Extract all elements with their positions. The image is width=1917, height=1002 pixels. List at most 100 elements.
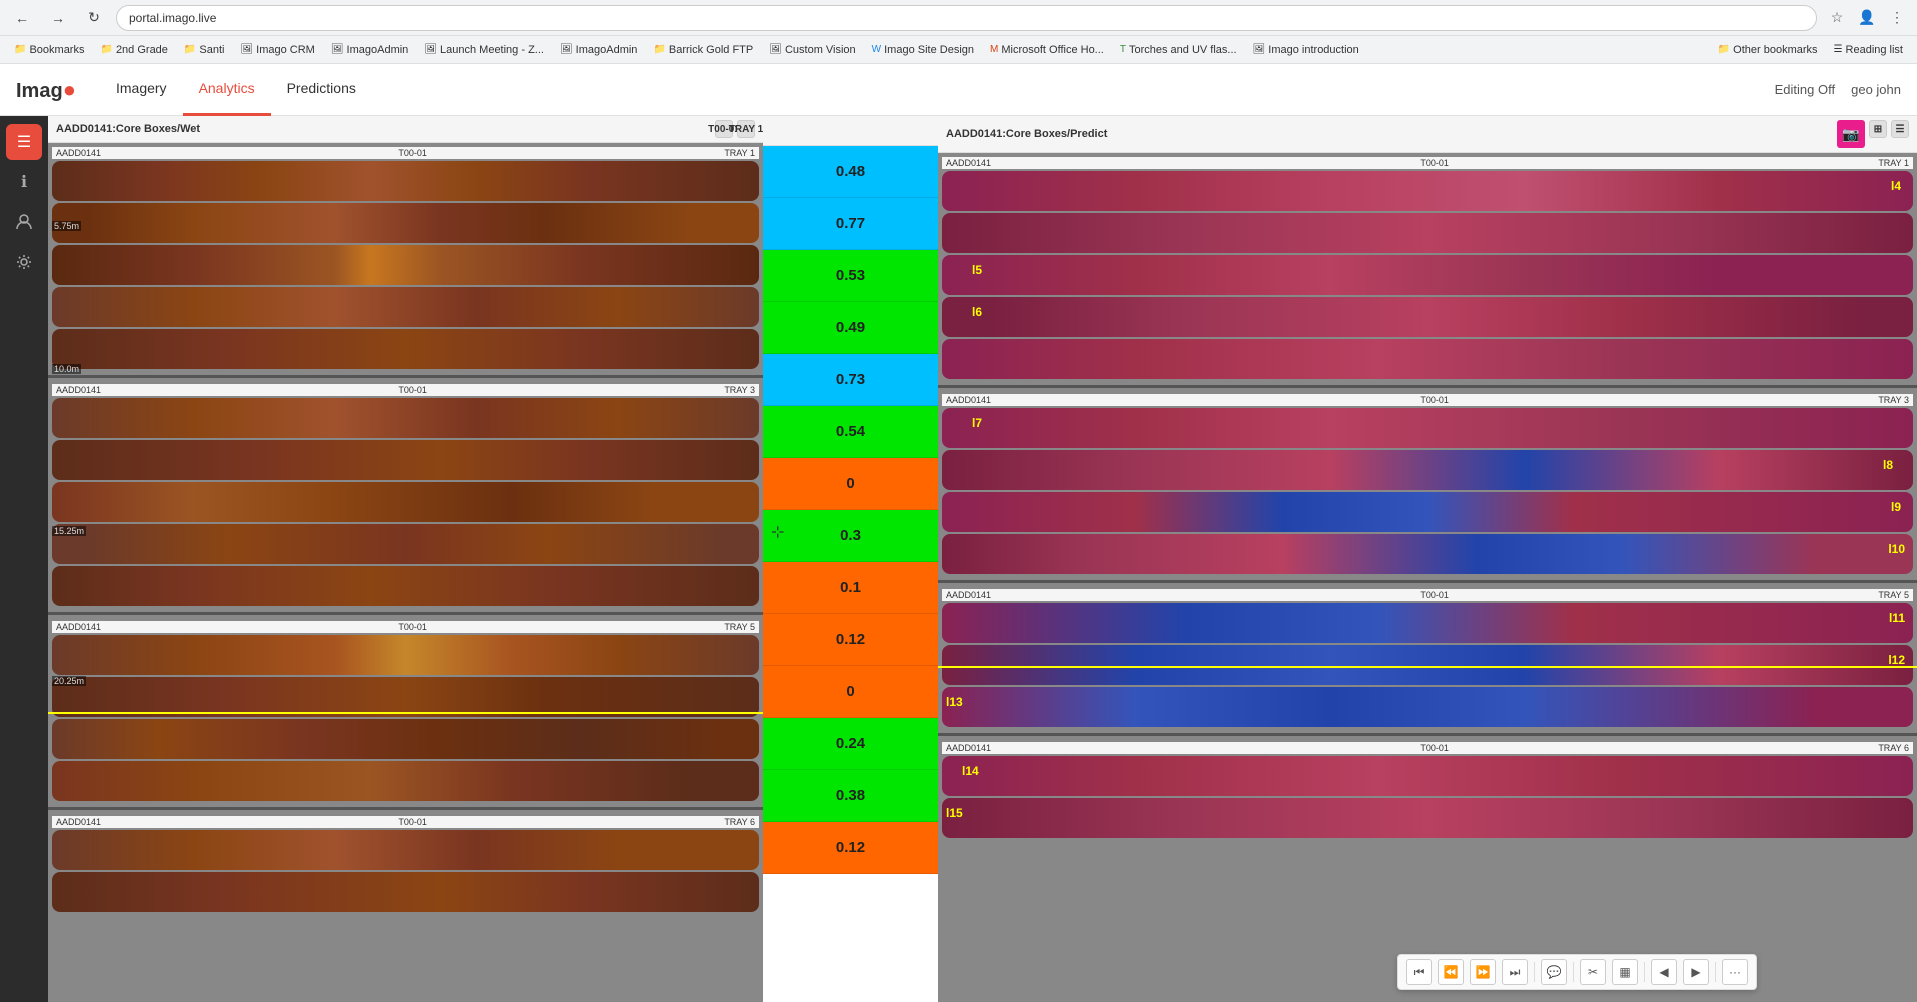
content-area: AADD0141:Core Boxes/Wet T00-01 TRAY 1 AA…: [48, 116, 1917, 1002]
toolbar-skip-end[interactable]: ⏭: [1502, 959, 1528, 985]
bookmark-imagoadmin1[interactable]: 🖼 ImagoAdmin: [325, 42, 414, 58]
core-num-l13: l13: [946, 695, 963, 709]
nav-predictions[interactable]: Predictions: [271, 64, 372, 116]
toolbar-align-v[interactable]: ▦: [1612, 959, 1638, 985]
depth-label-1: 5.75m: [52, 221, 81, 231]
score-cell-5: 0.73: [763, 354, 938, 406]
toolbar-sep-1: [1534, 962, 1535, 982]
right-panel-title: AADD0141:Core Boxes/Predict: [946, 128, 1107, 140]
core-num-l5: l5: [972, 263, 982, 277]
bookmark-imagoadmin2[interactable]: 🖼 ImagoAdmin: [554, 42, 643, 58]
browser-chrome: ← → ↻ portal.imago.live ☆ 👤 ⋮: [0, 0, 1917, 36]
core-num-l15: l15: [946, 806, 963, 820]
tray-num-1: TRAY 1: [737, 120, 755, 138]
list-btn[interactable]: ☰: [1891, 120, 1909, 138]
bookmark-custom-vision[interactable]: 🖼 Custom Vision: [763, 42, 861, 58]
url-text: portal.imago.live: [129, 11, 216, 25]
left-core-panel: AADD0141:Core Boxes/Wet T00-01 TRAY 1 AA…: [48, 116, 763, 1002]
score-cell-8: 0.3: [763, 510, 938, 562]
bookmark-other[interactable]: 📁 Other bookmarks: [1712, 42, 1824, 58]
core-num-l8: l8: [1883, 458, 1893, 472]
forward-button[interactable]: →: [44, 4, 72, 32]
bookmark-torches[interactable]: T Torches and UV flas...: [1114, 42, 1243, 58]
score-cell-11: 0: [763, 666, 938, 718]
score-cell-1: 0.48: [763, 146, 938, 198]
score-cell-13: 0.38: [763, 770, 938, 822]
bookmark-2ndgrade[interactable]: 📁 2nd Grade: [94, 42, 173, 58]
left-panel-header: AADD0141:Core Boxes/Wet T00-01 TRAY 1: [48, 116, 763, 143]
nav-analytics[interactable]: Analytics: [183, 64, 271, 116]
core-num-l4: l4: [1891, 179, 1901, 193]
app-logo: Imag●: [16, 77, 76, 103]
bookmarks-bar: 📁 Bookmarks 📁 2nd Grade 📁 Santi 🖼 Imago …: [0, 36, 1917, 64]
app-header: Imag● Imagery Analytics Predictions Edit…: [0, 64, 1917, 116]
toolbar-align-h[interactable]: ◀: [1651, 959, 1677, 985]
score-cell-7: 0: [763, 458, 938, 510]
sidebar-btn-users[interactable]: [6, 204, 42, 240]
score-cell-6: 0.54: [763, 406, 938, 458]
toolbar-next[interactable]: ⏩: [1470, 959, 1496, 985]
browser-actions: ☆ 👤 ⋮: [1825, 6, 1909, 30]
extensions-button[interactable]: ☆: [1825, 6, 1849, 30]
logo-dot: ●: [63, 77, 76, 102]
refresh-button[interactable]: ↻: [80, 4, 108, 32]
bookmark-imago-intro[interactable]: 🖼 Imago introduction: [1247, 42, 1365, 58]
toolbar-sep-4: [1715, 962, 1716, 982]
score-cell-4: 0.49: [763, 302, 938, 354]
nav-imagery[interactable]: Imagery: [100, 64, 183, 116]
editing-status: Editing Off: [1775, 82, 1835, 97]
score-cell-10: 0.12: [763, 614, 938, 666]
back-button[interactable]: ←: [8, 4, 36, 32]
toolbar-expand[interactable]: ▶: [1683, 959, 1709, 985]
sidebar-btn-menu[interactable]: ☰: [6, 124, 42, 160]
bookmark-launch[interactable]: 🖼 Launch Meeting - Z...: [418, 42, 550, 58]
core-num-l12: l12: [1888, 653, 1905, 667]
left-panel-title: AADD0141:Core Boxes/Wet: [56, 123, 200, 135]
bookmark-ms-office[interactable]: M Microsoft Office Ho...: [984, 42, 1110, 58]
grid-btn[interactable]: ⊞: [1869, 120, 1887, 138]
left-sidebar: ☰ ℹ: [0, 116, 48, 1002]
depth-label-4: 20.25m: [52, 676, 86, 686]
toolbar-cut[interactable]: ✂: [1580, 959, 1606, 985]
score-cell-12: 0.24: [763, 718, 938, 770]
bookmark-santi[interactable]: 📁 Santi: [178, 42, 231, 58]
right-panel-header: AADD0141:Core Boxes/Predict 📷 ⊞ ☰: [938, 116, 1917, 153]
score-cell-14: 0.12: [763, 822, 938, 874]
right-core-panel: AADD0141:Core Boxes/Predict 📷 ⊞ ☰ AADD01…: [938, 116, 1917, 1002]
core-num-l11: l11: [1889, 611, 1905, 625]
bookmark-imago-crm[interactable]: 🖼 Imago CRM: [234, 42, 320, 58]
core-num-l9: l9: [1891, 500, 1901, 514]
header-right: Editing Off geo john: [1775, 82, 1901, 97]
camera-button[interactable]: 📷: [1837, 120, 1865, 148]
sidebar-btn-tools[interactable]: [6, 244, 42, 280]
more-button[interactable]: ⋮: [1885, 6, 1909, 30]
toolbar-prev[interactable]: ⏪: [1438, 959, 1464, 985]
score-cell-3: 0.53: [763, 250, 938, 302]
user-name: geo john: [1851, 82, 1901, 97]
bookmark-imago-site[interactable]: W Imago Site Design: [866, 42, 980, 58]
bookmark-reading[interactable]: ☰ Reading list: [1828, 42, 1909, 58]
toolbar-more[interactable]: ···: [1722, 959, 1748, 985]
toolbar-skip-start[interactable]: ⏮: [1406, 959, 1432, 985]
right-panel-controls: 📷 ⊞ ☰: [1837, 120, 1909, 148]
depth-label-3: 15.25m: [52, 526, 86, 536]
core-num-l6: l6: [972, 305, 982, 319]
core-num-l7: l7: [972, 416, 982, 430]
app: Imag● Imagery Analytics Predictions Edit…: [0, 64, 1917, 1002]
score-cell-9: 0.1: [763, 562, 938, 614]
score-cell-2: 0.77: [763, 198, 938, 250]
toolbar-comment[interactable]: 💬: [1541, 959, 1567, 985]
left-panel-controls: T00-01 TRAY 1: [715, 120, 755, 138]
depth-label-2: 10.0m: [52, 364, 81, 374]
bookmark-barrick[interactable]: 📁 Barrick Gold FTP: [647, 42, 759, 58]
core-num-l10: l10: [1888, 542, 1905, 556]
toolbar-sep-2: [1573, 962, 1574, 982]
bookmark-bookmarks[interactable]: 📁 Bookmarks: [8, 42, 90, 58]
address-bar[interactable]: portal.imago.live: [116, 5, 1817, 31]
toolbar-sep-3: [1644, 962, 1645, 982]
score-panel: 0.48 0.77 0.53 0.49 0.73 0.54 0: [763, 116, 938, 1002]
profile-button[interactable]: 👤: [1855, 6, 1879, 30]
main-layout: ☰ ℹ AADD0141:Core Boxes/Wet: [0, 116, 1917, 1002]
sidebar-btn-info[interactable]: ℹ: [6, 164, 42, 200]
cursor-move-icon: ⊹: [771, 522, 784, 542]
